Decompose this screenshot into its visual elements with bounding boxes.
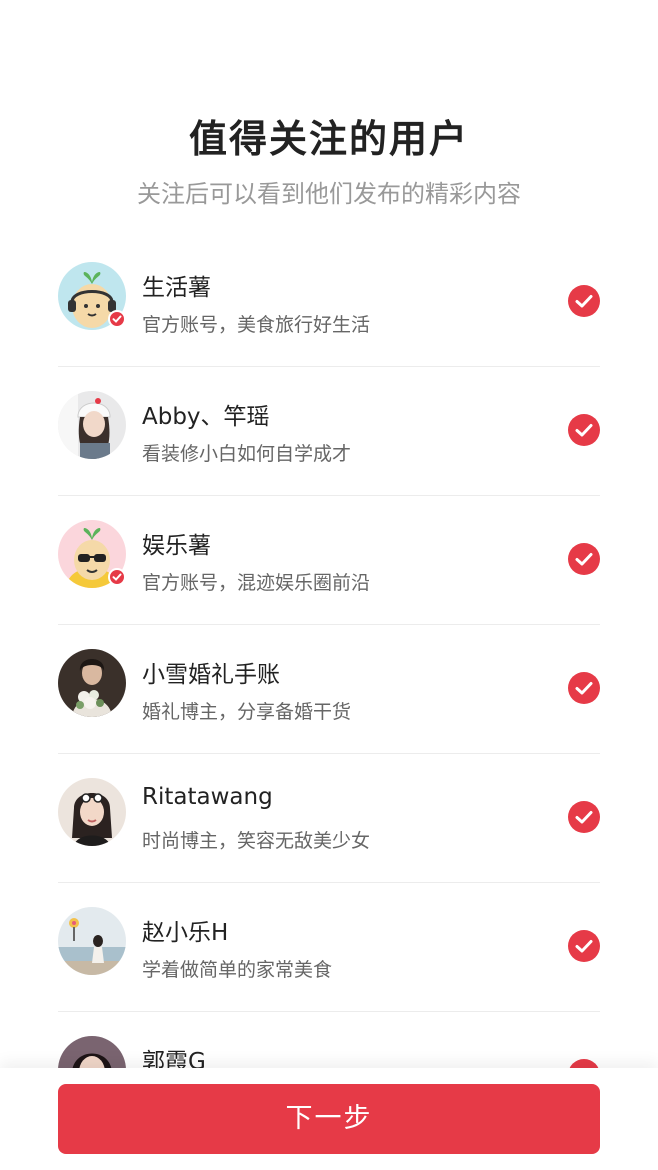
bottom-bar: 下一步 (0, 1068, 658, 1170)
wedding-avatar-icon (58, 649, 126, 717)
user-row[interactable]: Ritatawang 时尚博主，笑容无敌美少女 (58, 754, 600, 883)
user-desc: 官方账号，美食旅行好生活 (142, 314, 371, 336)
avatar[interactable] (58, 778, 126, 846)
user-row[interactable]: 赵小乐H 学着做简单的家常美食 (58, 883, 600, 1012)
user-name: 赵小乐H (142, 920, 229, 946)
user-name: 娱乐薯 (142, 533, 211, 559)
user-desc: 学着做简单的家常美食 (142, 959, 333, 981)
user-desc: 看装修小白如何自学成才 (142, 443, 352, 465)
selected-check-icon[interactable] (568, 672, 600, 704)
user-row[interactable]: 小雪婚礼手账 婚礼博主，分享备婚干货 (58, 625, 600, 754)
next-step-button[interactable]: 下一步 (58, 1084, 600, 1154)
user-row[interactable]: 娱乐薯 官方账号，混迹娱乐圈前沿 (58, 496, 600, 625)
selected-check-icon[interactable] (568, 930, 600, 962)
selected-check-icon[interactable] (568, 801, 600, 833)
selected-check-icon[interactable] (568, 543, 600, 575)
user-name: 生活薯 (142, 275, 211, 301)
avatar[interactable] (58, 391, 126, 459)
verified-badge-icon (108, 310, 126, 328)
page: 值得关注的用户 关注后可以看到他们发布的精彩内容 生活薯 官方账号，美食旅行好生… (0, 0, 658, 1170)
avatar[interactable] (58, 907, 126, 975)
selected-check-icon[interactable] (568, 285, 600, 317)
user-desc: 时尚博主，笑容无敌美少女 (142, 830, 371, 852)
girl-sunglasses-avatar-icon (58, 778, 126, 846)
user-list: 生活薯 官方账号，美食旅行好生活 Abby、竿瑶 看装修小白如何自学成才 娱乐薯… (58, 238, 600, 1141)
user-name: Abby、竿瑶 (142, 404, 270, 430)
selected-check-icon[interactable] (568, 414, 600, 446)
page-title: 值得关注的用户 (188, 117, 469, 161)
user-desc: 婚礼博主，分享备婚干货 (142, 701, 352, 723)
girl-cap-avatar-icon (58, 391, 126, 459)
user-row[interactable]: 生活薯 官方账号，美食旅行好生活 (58, 238, 600, 367)
avatar[interactable] (58, 649, 126, 717)
page-subtitle: 关注后可以看到他们发布的精彩内容 (137, 180, 521, 208)
user-name: 小雪婚礼手账 (142, 662, 280, 688)
user-desc: 官方账号，混迹娱乐圈前沿 (142, 572, 371, 594)
girl-lakeside-avatar-icon (58, 907, 126, 975)
verified-badge-icon (108, 568, 126, 586)
user-row[interactable]: Abby、竿瑶 看装修小白如何自学成才 (58, 367, 600, 496)
user-name: Ritatawang (142, 784, 273, 810)
